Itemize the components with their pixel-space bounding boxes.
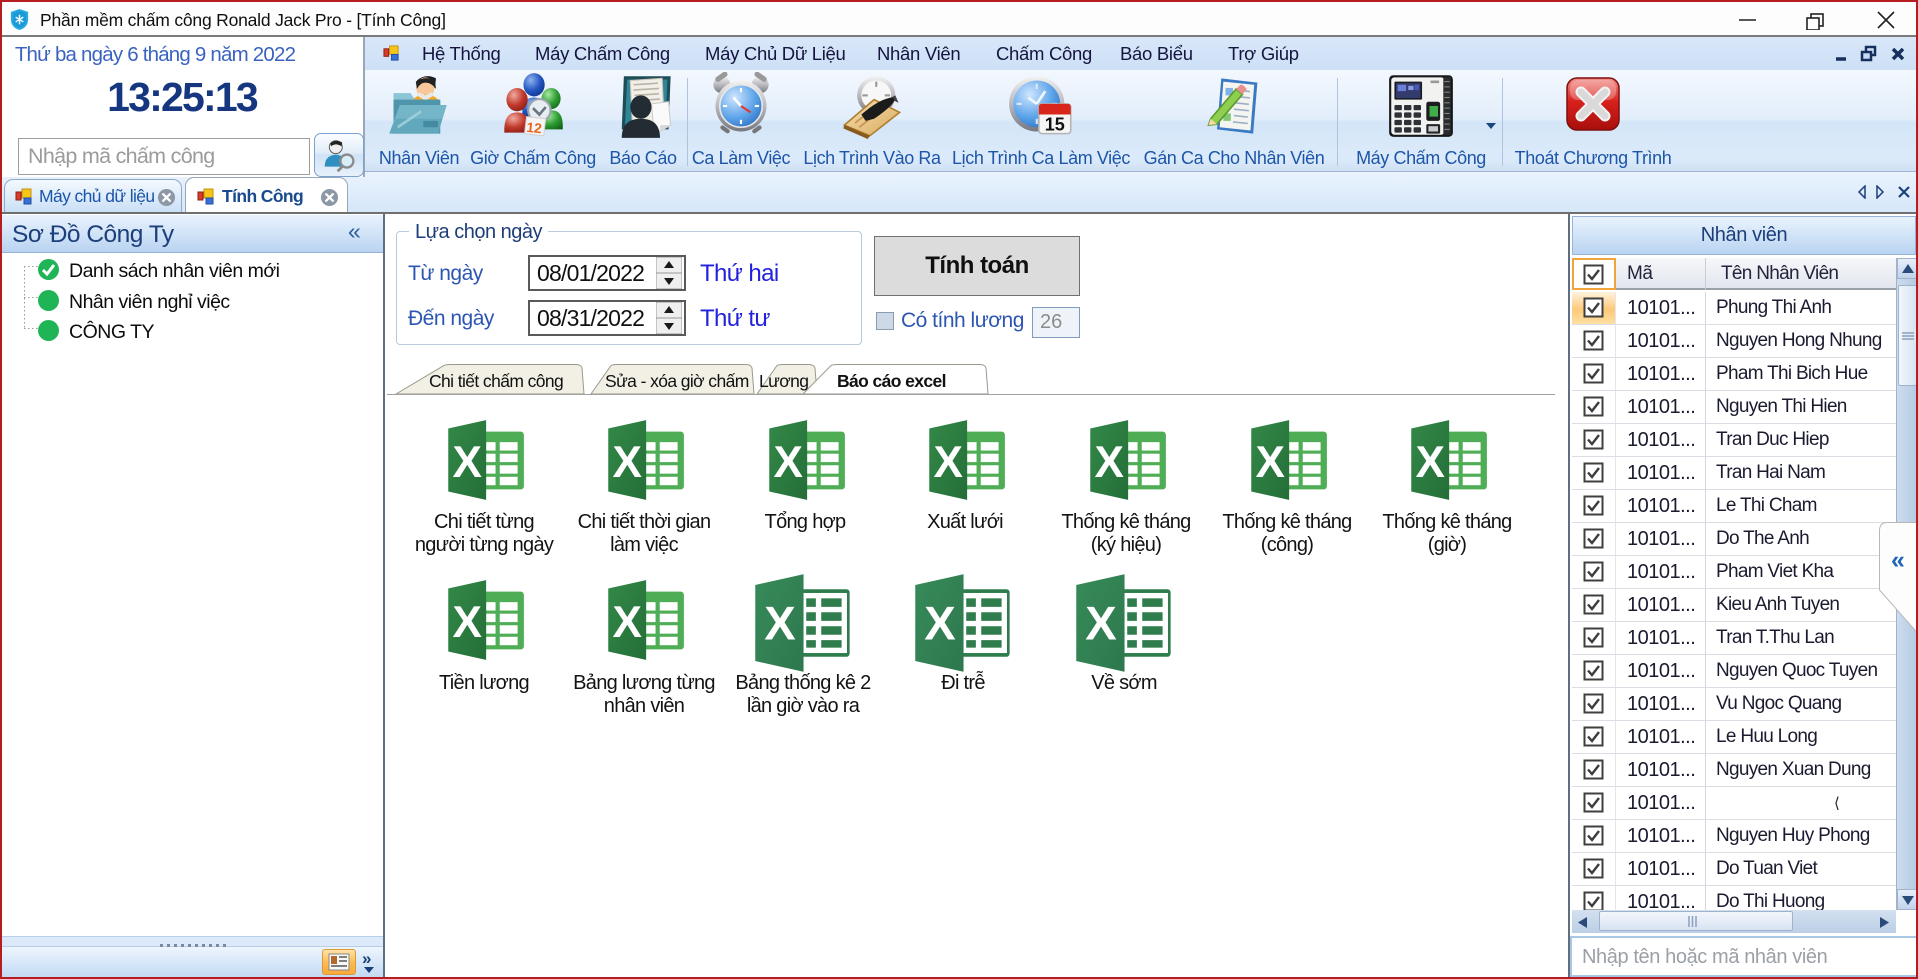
svg-text:Lương: Lương [759, 371, 808, 391]
svg-text:Sửa - xóa giờ chấm: Sửa - xóa giờ chấm [605, 371, 749, 391]
svg-text:«: « [1891, 546, 1905, 574]
svg-text:Báo cáo excel: Báo cáo excel [837, 371, 946, 391]
svg-text:Chi tiết chấm công: Chi tiết chấm công [429, 371, 563, 391]
